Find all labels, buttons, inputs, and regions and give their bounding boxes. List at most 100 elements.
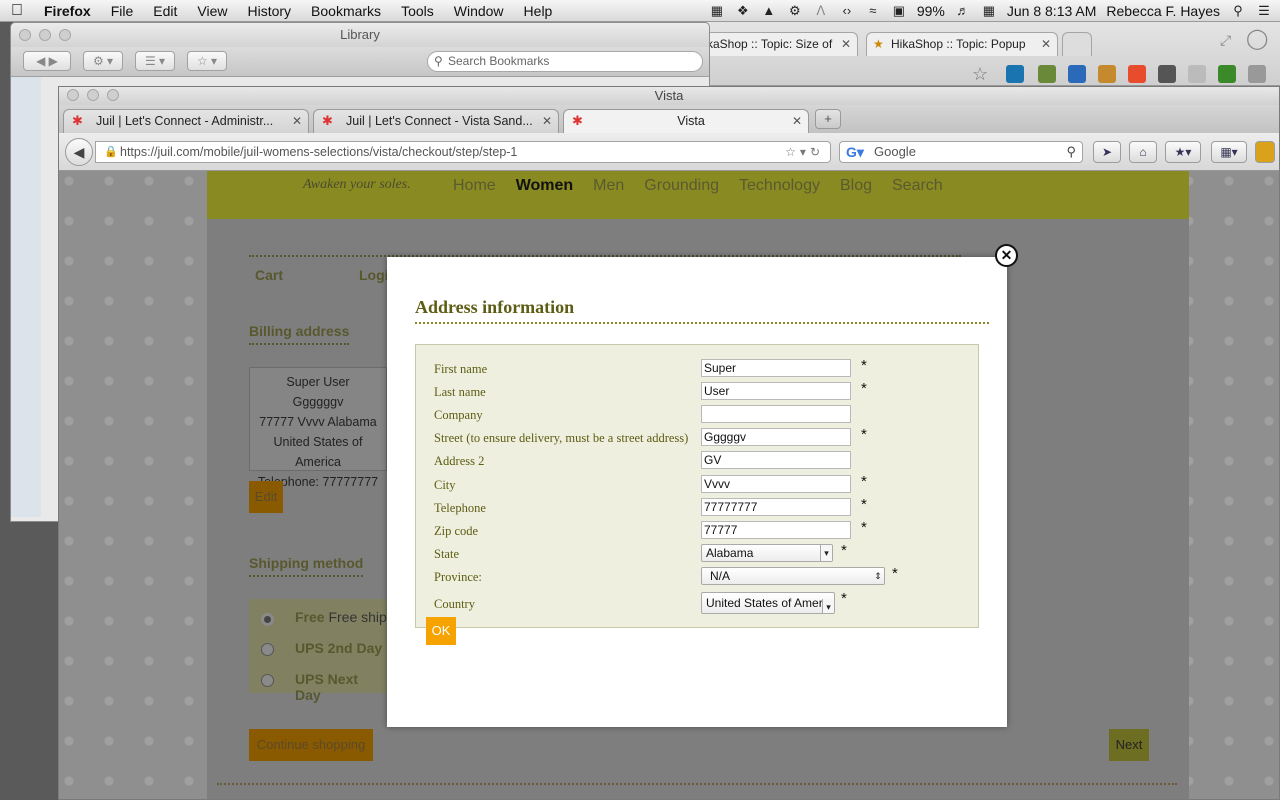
first-name-input[interactable]: Super	[701, 359, 851, 377]
apple-icon[interactable]: 	[0, 2, 34, 20]
menu-user[interactable]: Rebecca F. Hayes	[1106, 3, 1220, 19]
import-star-icon[interactable]: ☆ ▾	[187, 51, 227, 71]
telephone-input[interactable]: 77777777	[701, 498, 851, 516]
close-tab-icon[interactable]: ✕	[292, 110, 302, 132]
search-icon[interactable]: ⚲	[1066, 142, 1076, 162]
shipping-radio-ups-2nd[interactable]	[261, 643, 274, 656]
close-tab-icon[interactable]: ✕	[792, 110, 802, 132]
city-input[interactable]: Vvvv	[701, 475, 851, 493]
calendar-icon[interactable]: ▦	[981, 3, 997, 18]
step-login[interactable]: Logi	[359, 267, 389, 283]
home-icon[interactable]: ⌂	[1129, 141, 1157, 163]
address-2-input[interactable]: GV	[701, 451, 851, 469]
pdf-addon-icon[interactable]: ▦▾	[1211, 141, 1247, 163]
nav-blog[interactable]: Blog	[840, 177, 872, 195]
bluetooth-icon[interactable]: ᐱ	[813, 3, 829, 18]
spotlight-icon[interactable]: ⚲	[1230, 3, 1246, 18]
menu-tools[interactable]: Tools	[391, 3, 444, 19]
plus-addon-icon[interactable]	[1128, 65, 1146, 83]
new-tab-button[interactable]: +	[815, 109, 841, 129]
wifi-icon[interactable]: ≈	[865, 3, 881, 18]
zip-code-input[interactable]: 77777	[701, 521, 851, 539]
close-tab-icon[interactable]: ✕	[542, 110, 552, 132]
ok-button[interactable]: OK	[426, 617, 456, 645]
display-icon[interactable]: ▣	[891, 3, 907, 18]
library-search-placeholder: Search Bookmarks	[448, 54, 550, 68]
menu-bookmarks[interactable]: Bookmarks	[301, 3, 391, 19]
menu-help[interactable]: Help	[514, 3, 563, 19]
nav-home[interactable]: Home	[453, 177, 496, 195]
bg-toolbar: ☆	[700, 62, 1280, 86]
bg-new-tab[interactable]	[1062, 32, 1092, 56]
url-actions[interactable]: ☆▾↻	[785, 142, 824, 162]
back-button[interactable]: ◀	[65, 138, 93, 166]
nav-search[interactable]: Search	[892, 177, 943, 195]
street-input[interactable]: Gggggv	[701, 428, 851, 446]
edit-billing-button[interactable]: Edit	[249, 481, 283, 513]
url-bar[interactable]: 🔒 https://juil.com/mobile/juil-womens-se…	[95, 141, 831, 163]
nav-technology[interactable]: Technology	[739, 177, 820, 195]
field-first-name: First name Super *	[416, 357, 980, 382]
tab-vista[interactable]: ✱ Vista ✕	[563, 109, 809, 133]
organize-gear-icon[interactable]: ⚙ ▾	[83, 51, 123, 71]
nav-women[interactable]: Women	[516, 177, 573, 195]
bookmarks-menu-icon[interactable]: ★▾	[1165, 141, 1201, 163]
field-label: Zip code	[434, 524, 479, 538]
province-select[interactable]: N/A ⇕	[701, 567, 885, 585]
close-icon[interactable]: ✕	[841, 33, 851, 55]
required-marker: *	[861, 519, 867, 536]
flame-icon[interactable]: ▲	[761, 3, 777, 18]
volume-icon[interactable]: ♬	[955, 3, 971, 18]
overflow-addon-icon[interactable]	[1255, 141, 1275, 163]
css-addon-icon[interactable]	[1006, 65, 1024, 83]
menu-edit[interactable]: Edit	[143, 3, 187, 19]
account-icon[interactable]: ◯	[1246, 26, 1268, 51]
nav-men[interactable]: Men	[593, 177, 624, 195]
screen-addon-icon[interactable]	[1068, 65, 1086, 83]
menu-window[interactable]: Window	[444, 3, 514, 19]
back-forward-buttons[interactable]: ◀ ▶	[23, 51, 71, 71]
state-select[interactable]: Alabama ▾	[701, 544, 833, 562]
search-icon: ⚲	[434, 54, 443, 68]
tray-app-icon[interactable]: ▦	[709, 3, 725, 18]
chart-addon-icon[interactable]	[1218, 65, 1236, 83]
tab-juil-admin[interactable]: ✱ Juil | Let's Connect - Administr... ✕	[63, 109, 309, 133]
views-list-icon[interactable]: ☰ ▾	[135, 51, 175, 71]
close-icon[interactable]: ✕	[1041, 33, 1051, 55]
bg-tab-topic-size[interactable]: kaShop :: Topic: Size of ✕	[700, 32, 858, 56]
bug-icon[interactable]	[1158, 65, 1176, 83]
menu-file[interactable]: File	[101, 3, 144, 19]
package-icon[interactable]	[1098, 65, 1116, 83]
cursor-tool-icon[interactable]: ➤	[1093, 141, 1121, 163]
country-select[interactable]: United States of Amer ▾	[701, 592, 835, 614]
step-cart[interactable]: Cart	[255, 267, 283, 283]
search-bar[interactable]: G▾ Google ⚲	[839, 141, 1083, 163]
menu-history[interactable]: History	[237, 3, 301, 19]
nav-grounding[interactable]: Grounding	[644, 177, 719, 195]
tab-juil-vista-sandbox[interactable]: ✱ Juil | Let's Connect - Vista Sand... ✕	[313, 109, 559, 133]
field-label: Company	[434, 408, 483, 422]
bg-tab-topic-popup[interactable]: ★ HikaShop :: Topic: Popup ✕	[866, 32, 1058, 56]
code-icon[interactable]: ‹›	[839, 3, 855, 18]
eyedropper-icon[interactable]	[1038, 65, 1056, 83]
library-search-input[interactable]: ⚲ Search Bookmarks	[427, 51, 703, 72]
last-name-input[interactable]: User	[701, 382, 851, 400]
fullscreen-icon[interactable]: ⤢	[1220, 32, 1231, 49]
bookmark-star-icon[interactable]: ☆	[972, 64, 988, 85]
notification-list-icon[interactable]: ☰	[1256, 3, 1272, 18]
dropbox-icon[interactable]: ❖	[735, 3, 751, 18]
menu-view[interactable]: View	[187, 3, 237, 19]
menu-clock[interactable]: Jun 8 8:13 AM	[1007, 3, 1097, 19]
sync-icon[interactable]: ⚙	[787, 3, 803, 18]
next-button[interactable]: Next	[1109, 729, 1149, 761]
close-modal-icon[interactable]: ✕	[995, 244, 1018, 267]
company-input[interactable]	[701, 405, 851, 423]
battery-percent[interactable]: 99%	[917, 3, 945, 19]
menu-firefox[interactable]: Firefox	[34, 3, 101, 19]
shipping-radio-free[interactable]	[261, 613, 274, 626]
shipping-radio-ups-next[interactable]	[261, 674, 274, 687]
continue-shopping-button[interactable]: Continue shopping	[249, 729, 373, 761]
library-sidebar[interactable]	[11, 77, 41, 517]
pen-icon[interactable]	[1188, 65, 1206, 83]
addon-icon[interactable]	[1248, 65, 1266, 83]
